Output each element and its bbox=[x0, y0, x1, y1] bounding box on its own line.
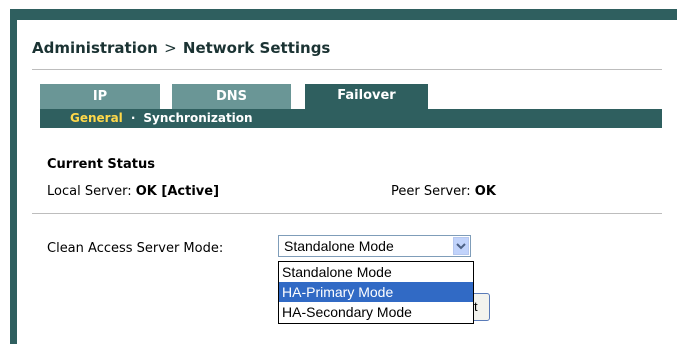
peer-server-label: Peer Server: bbox=[391, 184, 471, 199]
tab-failover[interactable]: Failover bbox=[305, 84, 428, 109]
local-server-label: Local Server: bbox=[47, 184, 132, 199]
peer-server-status: Peer Server: OK bbox=[391, 184, 496, 199]
subtab-bar: General · Synchronization bbox=[40, 109, 662, 128]
tab-dns[interactable]: DNS bbox=[172, 84, 291, 109]
top-frame-bar bbox=[10, 9, 677, 20]
status-divider bbox=[32, 213, 662, 214]
current-status-heading: Current Status bbox=[47, 157, 155, 172]
option-ha-primary-mode[interactable]: HA-Primary Mode bbox=[279, 282, 473, 302]
left-frame-bar bbox=[10, 20, 17, 344]
subtab-separator: · bbox=[130, 111, 136, 125]
breadcrumb-page: Network Settings bbox=[182, 39, 331, 57]
server-mode-dropdown-list: Standalone Mode HA-Primary Mode HA-Secon… bbox=[278, 261, 474, 324]
chevron-down-icon[interactable] bbox=[453, 237, 469, 255]
server-mode-select[interactable]: Standalone Mode bbox=[278, 235, 471, 257]
server-mode-label: Clean Access Server Mode: bbox=[47, 241, 224, 256]
option-ha-secondary-mode[interactable]: HA-Secondary Mode bbox=[279, 302, 473, 322]
local-server-status: Local Server: OK [Active] bbox=[47, 184, 219, 199]
header-divider bbox=[32, 69, 662, 70]
option-standalone-mode[interactable]: Standalone Mode bbox=[279, 262, 473, 282]
peer-server-value: OK bbox=[474, 184, 496, 199]
tab-ip[interactable]: IP bbox=[40, 84, 160, 109]
breadcrumb: Administration > Network Settings bbox=[32, 39, 330, 57]
breadcrumb-section: Administration bbox=[32, 39, 158, 57]
breadcrumb-separator: > bbox=[164, 39, 177, 57]
local-server-value: OK [Active] bbox=[135, 184, 220, 199]
subtab-general[interactable]: General bbox=[70, 109, 123, 128]
subtab-synchronization[interactable]: Synchronization bbox=[143, 109, 252, 128]
server-mode-selected-value: Standalone Mode bbox=[284, 238, 394, 254]
